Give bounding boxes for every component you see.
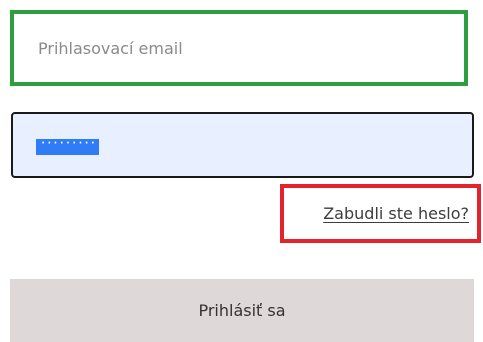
login-button[interactable]: Prihlásiť sa: [10, 279, 474, 342]
forgot-password-link[interactable]: Zabudli ste heslo?: [323, 204, 469, 223]
password-input[interactable]: ·········: [11, 112, 474, 178]
login-email-input[interactable]: [14, 14, 464, 82]
forgot-password-highlight-frame: Zabudli ste heslo?: [280, 184, 481, 243]
email-highlight-frame: [10, 10, 468, 86]
password-selection-highlight: ·········: [36, 139, 99, 155]
login-page: ········· Zabudli ste heslo? Prihlásiť s…: [0, 0, 483, 342]
password-masked-value: ·········: [39, 139, 96, 150]
